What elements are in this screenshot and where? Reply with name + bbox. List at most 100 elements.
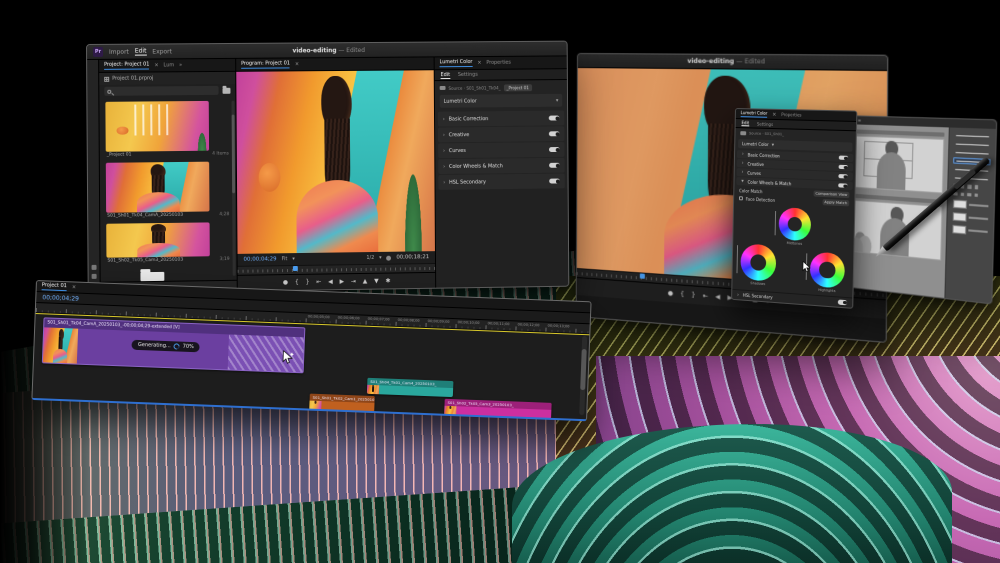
section-toggle[interactable] (549, 131, 560, 137)
item-label: _Project 01 (107, 153, 132, 158)
step-forward-icon[interactable]: ⇥ (351, 279, 356, 285)
wheel-slider[interactable] (775, 211, 776, 235)
brush-stroke-option[interactable] (954, 140, 992, 148)
zoom-level-dropdown[interactable]: Fit (282, 256, 288, 262)
prop-lamp (117, 127, 128, 135)
step-back-icon[interactable]: ◀ (328, 279, 333, 285)
marker-icon[interactable]: ● (283, 280, 288, 286)
go-to-in-icon[interactable]: ⇤ (703, 293, 708, 300)
tool-icon[interactable] (92, 274, 97, 279)
window-light (134, 104, 169, 135)
search-input[interactable] (104, 86, 218, 96)
brush-stroke-option[interactable] (954, 132, 992, 140)
tool-icon[interactable] (974, 185, 978, 189)
section-basic-correction[interactable]: › Basic Correction (438, 111, 564, 127)
close-icon[interactable]: × (295, 61, 299, 67)
step-back-icon[interactable]: ◀ (715, 294, 720, 301)
section-toggle[interactable] (549, 115, 560, 121)
wheel-slider[interactable] (736, 245, 738, 273)
project-item[interactable]: S01_Sh01_Tk04_CamA_20250103 4;28 (106, 161, 231, 220)
tab-program[interactable]: Program: Project 01 (241, 60, 290, 68)
marker-icon[interactable]: ● (668, 290, 673, 297)
brush-stroke-option[interactable] (953, 149, 991, 157)
export-frame-icon[interactable]: ✱ (385, 278, 390, 284)
section-toggle[interactable] (549, 178, 560, 184)
layer-row[interactable] (953, 212, 988, 223)
tool-icon[interactable] (967, 192, 971, 196)
preset-dropdown[interactable]: Lumetri Color ▾ (440, 94, 563, 108)
project-item[interactable]: S01_Sh02_Tk05_Cam3_20250103 3;19 (106, 222, 230, 266)
close-icon[interactable]: × (772, 111, 776, 117)
subtab-settings[interactable]: Settings (757, 121, 773, 126)
subtab-edit[interactable]: Edit (441, 72, 450, 79)
section-toggle[interactable] (549, 147, 560, 153)
timeline-timecode: 00;00;04;29 (42, 294, 79, 302)
mark-out-icon[interactable]: } (306, 280, 310, 286)
chevron-right-icon: › (443, 116, 445, 122)
tab-lumetri-color[interactable]: Lumetri Color (741, 110, 768, 118)
layer-row[interactable] (953, 200, 988, 211)
tab-project[interactable]: Project: Project 01 (104, 62, 149, 70)
playhead[interactable] (640, 273, 645, 278)
tab-lumetri-truncated[interactable]: Lum (163, 62, 174, 68)
project-item[interactable]: _Project 01 4 Items (105, 101, 230, 160)
section-toggle[interactable] (839, 165, 848, 170)
section-hsl-secondary[interactable]: › HSL Secondary (438, 174, 564, 190)
section-toggle[interactable] (838, 183, 847, 188)
storyboard-frame-1[interactable] (846, 135, 944, 193)
section-creative[interactable]: › Creative (438, 126, 564, 142)
section-toggle[interactable] (838, 174, 847, 179)
clip-generative-extend[interactable]: S01_Sh01_Tk04_CamA_20250103_-00;00;04;29… (42, 317, 306, 373)
item-meta: 3;19 (220, 257, 230, 262)
midtones-wheel[interactable] (778, 207, 811, 241)
face-detection-checkbox[interactable] (739, 196, 743, 200)
playback-resolution-dropdown[interactable]: 1/2 (366, 255, 374, 261)
project-chip-button[interactable]: _Project 01 (504, 84, 532, 91)
playhead[interactable] (293, 266, 298, 271)
tool-icon[interactable] (974, 193, 978, 197)
section-curves[interactable]: › Curves (438, 142, 564, 158)
close-icon[interactable]: × (477, 60, 481, 66)
subtab-settings[interactable]: Settings (458, 72, 478, 78)
tab-timeline[interactable]: Project 01 (42, 282, 67, 291)
highlights-wheel[interactable] (810, 252, 845, 289)
settings-wrench-icon[interactable] (387, 255, 392, 260)
chevron-right-icon: › (443, 148, 445, 154)
tool-icon[interactable] (960, 192, 964, 196)
clip-magenta[interactable]: S01_Sh02_Tk05_Cam3_20250103_ (444, 399, 552, 419)
clip-teal[interactable]: S01_Sh04_Tk01_Cam4_20250103_ (367, 378, 454, 397)
layer-row[interactable] (952, 225, 987, 236)
tab-properties[interactable]: Properties (486, 60, 511, 66)
tab-properties[interactable]: Properties (781, 112, 801, 118)
toolbar-dot-icon[interactable] (858, 119, 860, 122)
bin-folder-icon[interactable] (140, 272, 164, 281)
project-scrollbar[interactable] (232, 101, 236, 276)
close-icon[interactable]: × (154, 62, 158, 68)
mark-in-icon[interactable]: { (680, 291, 684, 297)
tab-lumetri-color[interactable]: Lumetri Color (439, 59, 472, 67)
section-toggle[interactable] (549, 163, 560, 169)
clip-icon (740, 131, 746, 135)
section-toggle[interactable] (839, 155, 848, 160)
layer-thumbnail (953, 200, 967, 209)
clip-thumbnail (367, 385, 379, 394)
close-icon[interactable]: × (72, 284, 76, 290)
mark-in-icon[interactable]: { (295, 280, 299, 286)
section-toggle[interactable] (838, 300, 847, 305)
section-color-wheels[interactable]: › Color Wheels & Match (438, 158, 564, 174)
go-to-in-icon[interactable]: ⇤ (316, 280, 321, 286)
more-panels-icon[interactable]: » (179, 62, 182, 68)
extract-icon[interactable]: ▼ (374, 279, 379, 285)
new-bin-folder-icon[interactable] (223, 87, 231, 93)
clip-orange[interactable]: S01_Sh01_Tk02_Cam1_20250103_ (309, 394, 375, 412)
mark-out-icon[interactable]: } (691, 292, 695, 299)
dropdown-icon: ▾ (379, 255, 382, 261)
shadows-wheel[interactable] (740, 243, 776, 281)
tool-icon[interactable] (92, 265, 97, 270)
layer-thumbnail (953, 212, 967, 222)
mouse-cursor (802, 261, 811, 273)
tool-icon[interactable] (967, 184, 971, 188)
subtab-edit[interactable]: Edit (741, 120, 749, 126)
play-icon[interactable]: ▶ (340, 279, 345, 285)
lift-icon[interactable]: ▲ (363, 279, 368, 285)
